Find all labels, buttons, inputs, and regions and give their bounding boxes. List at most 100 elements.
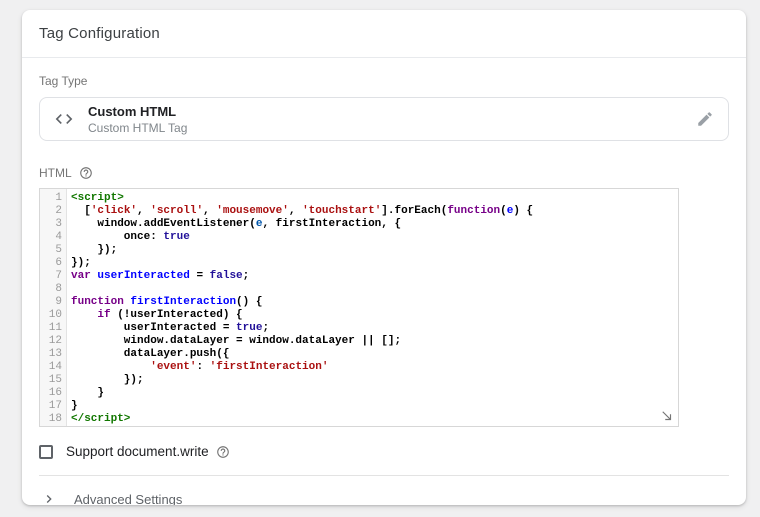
line-number: 9: [40, 296, 66, 309]
html-field-label-row: HTML: [39, 166, 729, 180]
code-token: ,: [203, 205, 216, 217]
code-token: once:: [71, 231, 163, 243]
support-document-write-checkbox[interactable]: [39, 445, 53, 459]
code-token: });: [71, 257, 91, 269]
code-token: });: [71, 374, 144, 386]
code-token: }: [71, 400, 78, 412]
code-line[interactable]: var userInteracted = false;: [71, 270, 678, 283]
code-line[interactable]: function firstInteraction() {: [71, 296, 678, 309]
html-field-label: HTML: [39, 166, 72, 180]
tag-type-card[interactable]: Custom HTML Custom HTML Tag: [39, 97, 729, 141]
line-number: 3: [40, 218, 66, 231]
code-line[interactable]: });: [71, 244, 678, 257]
code-token: ].forEach(: [381, 205, 447, 217]
line-number: 13: [40, 348, 66, 361]
line-numbers: 123456789101112131415161718: [40, 189, 67, 426]
code-line[interactable]: 'event': 'firstInteraction': [71, 361, 678, 374]
code-token: =: [190, 270, 210, 282]
code-line[interactable]: </script>: [71, 413, 678, 426]
code-token: ,: [137, 205, 150, 217]
code-line[interactable]: }: [71, 387, 678, 400]
code-line[interactable]: ['click', 'scroll', 'mousemove', 'touchs…: [71, 205, 678, 218]
code-token: ;: [243, 270, 250, 282]
code-token: false: [210, 270, 243, 282]
code-token: true: [163, 231, 189, 243]
tag-configuration-panel: Tag Configuration Tag Type Custom HTML C…: [22, 10, 746, 505]
line-number: 17: [40, 400, 66, 413]
code-token: () {: [236, 296, 262, 308]
line-number: 7: [40, 270, 66, 283]
code-line[interactable]: });: [71, 257, 678, 270]
code-token: });: [71, 244, 117, 256]
code-token: userInteracted =: [71, 322, 236, 334]
code-token: dataLayer.push({: [71, 348, 229, 360]
html-code-editor[interactable]: 123456789101112131415161718 <script> ['c…: [39, 188, 679, 427]
code-token: [71, 361, 150, 373]
tag-type-text: Custom HTML Custom HTML Tag: [88, 104, 187, 135]
code-token: </script>: [71, 413, 130, 425]
code-token: window.addEventListener(: [71, 218, 256, 230]
code-line[interactable]: userInteracted = true;: [71, 322, 678, 335]
code-token: function: [447, 205, 500, 217]
line-number: 2: [40, 205, 66, 218]
code-token: ;: [262, 322, 269, 334]
code-token: [71, 309, 97, 321]
line-number: 10: [40, 309, 66, 322]
line-number: 15: [40, 374, 66, 387]
line-number: 14: [40, 361, 66, 374]
code-line[interactable]: [71, 283, 678, 296]
code-token: ,: [289, 205, 302, 217]
html-help-icon[interactable]: [79, 166, 93, 180]
code-token: if: [97, 309, 110, 321]
advanced-settings-label: Advanced Settings: [74, 492, 182, 506]
code-token: 'firstInteraction': [210, 361, 329, 373]
line-number: 16: [40, 387, 66, 400]
panel-body: Tag Type Custom HTML Custom HTML Tag HTM…: [22, 58, 746, 505]
code-token: }: [71, 387, 104, 399]
code-token: (: [500, 205, 507, 217]
chevron-right-icon: [41, 491, 57, 505]
line-number: 8: [40, 283, 66, 296]
line-number: 18: [40, 413, 66, 426]
code-line[interactable]: }: [71, 400, 678, 413]
line-number: 1: [40, 192, 66, 205]
code-line[interactable]: window.dataLayer = window.dataLayer || […: [71, 335, 678, 348]
code-line[interactable]: <script>: [71, 192, 678, 205]
advanced-settings-section[interactable]: Advanced Settings: [39, 475, 729, 505]
code-token: 'mousemove': [216, 205, 289, 217]
code-token: var: [71, 270, 91, 282]
edit-pencil-icon[interactable]: [696, 110, 714, 128]
code-token: firstInteraction: [130, 296, 236, 308]
code-token: 'touchstart': [302, 205, 381, 217]
code-token: , firstInteraction, {: [262, 218, 401, 230]
code-token: 'scroll': [150, 205, 203, 217]
code-line[interactable]: });: [71, 374, 678, 387]
code-line[interactable]: dataLayer.push({: [71, 348, 678, 361]
document-write-help-icon[interactable]: [216, 445, 230, 459]
code-line[interactable]: once: true: [71, 231, 678, 244]
line-number: 6: [40, 257, 66, 270]
code-line[interactable]: if (!userInteracted) {: [71, 309, 678, 322]
code-line[interactable]: window.addEventListener(e, firstInteract…: [71, 218, 678, 231]
resize-handle-icon[interactable]: [660, 409, 674, 423]
code-token: [: [71, 205, 91, 217]
line-number: 11: [40, 322, 66, 335]
line-number: 4: [40, 231, 66, 244]
code-token: 'click': [91, 205, 137, 217]
code-token: window.dataLayer = window.dataLayer || […: [71, 335, 401, 347]
page-title: Tag Configuration: [39, 25, 160, 42]
code-token: ) {: [513, 205, 533, 217]
panel-header: Tag Configuration: [22, 10, 746, 58]
code-token: true: [236, 322, 262, 334]
line-number: 5: [40, 244, 66, 257]
code-token: <script>: [71, 192, 124, 204]
code-token: function: [71, 296, 124, 308]
code-token: :: [196, 361, 209, 373]
code-lines[interactable]: <script> ['click', 'scroll', 'mousemove'…: [67, 189, 678, 426]
line-number: 12: [40, 335, 66, 348]
code-token: userInteracted: [97, 270, 189, 282]
code-token: 'event': [150, 361, 196, 373]
tag-type-name: Custom HTML: [88, 104, 187, 119]
code-brackets-icon: [40, 109, 88, 129]
support-document-write-row: Support document.write: [39, 444, 729, 459]
